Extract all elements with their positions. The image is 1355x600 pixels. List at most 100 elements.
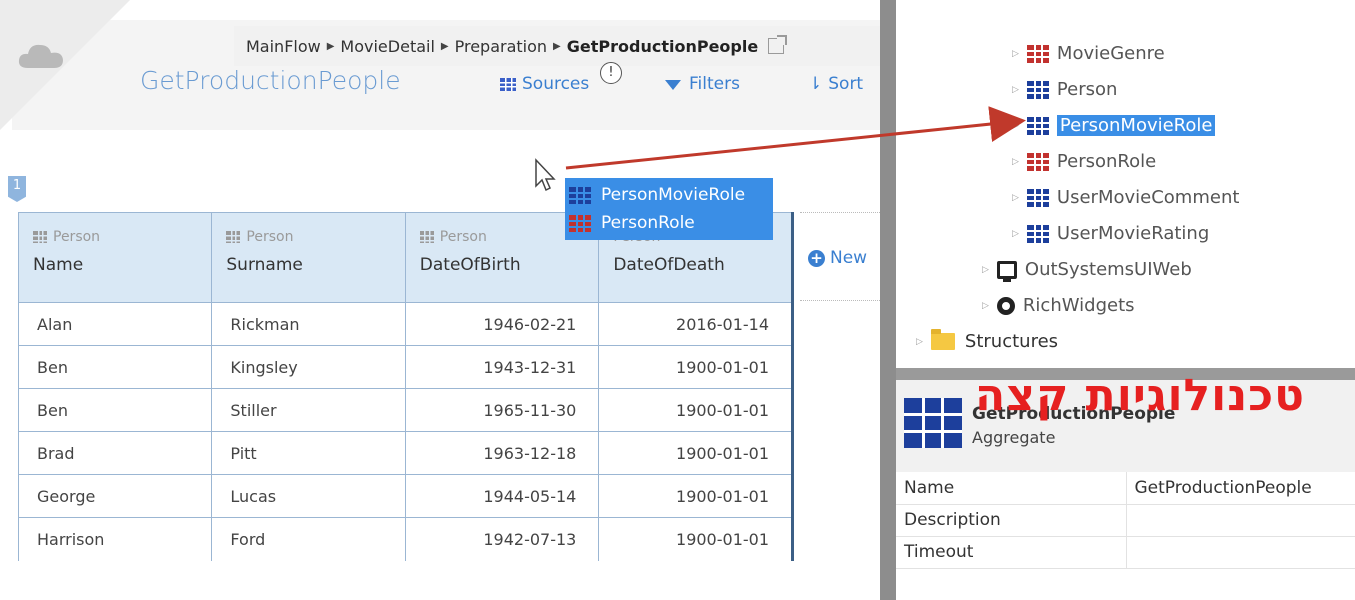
- column-entity: Person: [419, 229, 587, 245]
- breadcrumb-item-preparation[interactable]: Preparation: [455, 37, 547, 56]
- table-cell: Brad: [17, 431, 213, 475]
- aggregate-title: GetProductionPeople: [140, 66, 401, 95]
- elements-tree: ▷ MovieGenre ▷ Person ▷ PersonMovieRole …: [896, 0, 1355, 368]
- table-cell: 1900-01-01: [598, 388, 794, 432]
- tree-item-label: UserMovieRating: [1056, 223, 1210, 244]
- table-cell: Lucas: [211, 474, 406, 518]
- open-external-icon[interactable]: [768, 35, 788, 54]
- property-label: Timeout: [896, 536, 1127, 569]
- tree-item-label: PersonMovieRole: [1056, 115, 1216, 136]
- expand-icon[interactable]: ▷: [1012, 229, 1019, 239]
- expand-icon[interactable]: ▷: [916, 337, 923, 347]
- sources-icon: [500, 77, 516, 91]
- tree-item-personmovierole[interactable]: ▷ PersonMovieRole: [1012, 115, 1216, 136]
- tree-item-label: PersonRole: [1056, 151, 1157, 172]
- property-row[interactable]: Name GetProductionPeople: [896, 472, 1355, 505]
- table-cell: 1946-02-21: [404, 302, 600, 346]
- breadcrumb-item-mainflow[interactable]: MainFlow: [246, 37, 321, 56]
- expand-icon[interactable]: ▷: [1012, 157, 1019, 167]
- property-row[interactable]: Timeout: [896, 536, 1355, 569]
- expand-icon[interactable]: ▷: [1012, 121, 1019, 131]
- tree-item-moviegenre[interactable]: ▷ MovieGenre: [1012, 43, 1165, 64]
- column-header[interactable]: Person Name: [17, 212, 213, 303]
- column-header[interactable]: Person Surname: [211, 212, 406, 303]
- expand-icon[interactable]: ▷: [982, 301, 989, 311]
- mouse-cursor-icon: [535, 158, 556, 192]
- expand-icon[interactable]: ▷: [982, 265, 989, 275]
- table-row: Ben Stiller 1965-11-30 1900-01-01: [17, 388, 794, 432]
- entity-icon: [419, 231, 434, 243]
- table-row: Alan Rickman 1946-02-21 2016-01-14: [17, 302, 794, 346]
- divider: [800, 300, 880, 301]
- table-cell: Harrison: [17, 517, 213, 561]
- expand-icon[interactable]: ▷: [1012, 193, 1019, 203]
- property-label: Name: [896, 472, 1127, 505]
- entity-blue-icon: [1026, 188, 1049, 207]
- entity-blue-icon: [1026, 224, 1049, 243]
- entity-blue-icon: [1026, 116, 1049, 135]
- table-cell: Ford: [211, 517, 406, 561]
- tree-item-outsystemsuiweb[interactable]: ▷ OutSystemsUIWeb: [982, 259, 1192, 282]
- sort-icon: ⇂: [808, 74, 823, 94]
- drag-tooltip-label: PersonMovieRole: [601, 185, 746, 205]
- drag-tooltip-item: PersonRole: [569, 209, 769, 237]
- column-entity: Person: [33, 229, 199, 245]
- column-name: Surname: [226, 255, 303, 275]
- sort-label: Sort: [828, 74, 864, 94]
- table-cell: Alan: [17, 302, 213, 346]
- sources-button[interactable]: Sources: [500, 74, 589, 94]
- filters-button[interactable]: Filters: [665, 74, 740, 94]
- table-cell: Ben: [17, 388, 213, 432]
- filters-label: Filters: [689, 74, 740, 94]
- table-cell: Kingsley: [211, 345, 406, 389]
- breadcrumb-item-moviedetail[interactable]: MovieDetail: [340, 37, 434, 56]
- aggregate-preview-table: Person Name Person Surname Person DateOf…: [17, 212, 794, 561]
- table-cell: 1900-01-01: [598, 474, 794, 518]
- new-attribute-button[interactable]: + New: [808, 248, 867, 268]
- breadcrumb: MainFlow ▶ MovieDetail ▶ Preparation ▶ G…: [234, 26, 880, 66]
- column-name: DateOfDeath: [613, 255, 725, 275]
- aggregate-icon: [904, 398, 962, 448]
- tree-item-person[interactable]: ▷ Person: [1012, 79, 1117, 100]
- tree-item-label: Structures: [964, 331, 1059, 352]
- sort-button[interactable]: ⇂ Sort: [808, 74, 863, 94]
- tree-item-label: MovieGenre: [1056, 43, 1165, 64]
- expand-icon[interactable]: ▷: [1012, 49, 1019, 59]
- new-label: New: [830, 248, 868, 268]
- column-name: Name: [33, 255, 84, 275]
- property-row[interactable]: Description: [896, 504, 1355, 537]
- property-value[interactable]: [1126, 504, 1355, 537]
- column-name: DateOfBirth: [419, 255, 521, 275]
- property-value[interactable]: GetProductionPeople: [1126, 472, 1355, 505]
- tree-item-label: UserMovieComment: [1056, 187, 1240, 208]
- column-entity: Person: [226, 229, 392, 245]
- properties-element-type: Aggregate: [972, 428, 1056, 447]
- tree-item-usermoviecomment[interactable]: ▷ UserMovieComment: [1012, 187, 1239, 208]
- property-label: Description: [896, 504, 1127, 537]
- tree-item-label: RichWidgets: [1022, 295, 1135, 316]
- add-icon: +: [808, 249, 825, 267]
- drag-tooltip-label: PersonRole: [601, 213, 695, 233]
- expand-icon[interactable]: ▷: [1012, 85, 1019, 95]
- table-cell: 1963-12-18: [404, 431, 600, 475]
- tree-item-personrole[interactable]: ▷ PersonRole: [1012, 151, 1156, 172]
- cloud-icon: [18, 44, 63, 68]
- entity-icon: [226, 231, 241, 243]
- tree-item-richwidgets[interactable]: ▷ RichWidgets: [982, 295, 1135, 316]
- table-cell: Ben: [17, 345, 213, 389]
- table-cell: 1944-05-14: [404, 474, 600, 518]
- property-value[interactable]: [1126, 536, 1355, 569]
- breadcrumb-separator: ▶: [326, 40, 335, 52]
- tree-item-structures[interactable]: ▷ Structures: [916, 329, 1059, 352]
- table-row: Brad Pitt 1963-12-18 1900-01-01: [17, 431, 794, 475]
- panel-splitter[interactable]: [880, 0, 896, 600]
- table-cell: 1900-01-01: [598, 345, 794, 389]
- table-cell: 1965-11-30: [404, 388, 600, 432]
- sources-label: Sources: [522, 74, 590, 94]
- properties-table: Name GetProductionPeople Description Tim…: [896, 472, 1355, 569]
- table-cell: 2016-01-14: [598, 302, 794, 346]
- drag-tooltip: PersonMovieRole PersonRole: [565, 178, 773, 240]
- tree-item-usermovierating[interactable]: ▷ UserMovieRating: [1012, 223, 1209, 244]
- breadcrumb-separator: ▶: [440, 40, 449, 52]
- table-row: Harrison Ford 1942-07-13 1900-01-01: [17, 517, 794, 561]
